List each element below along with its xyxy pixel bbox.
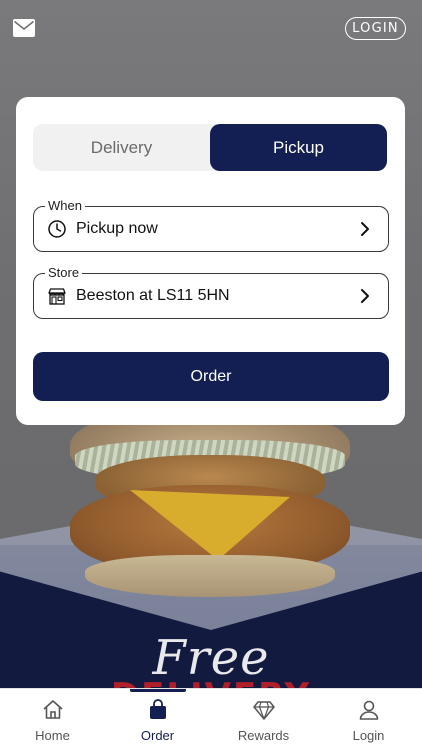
clock-icon bbox=[47, 219, 67, 239]
store-field-label: Store bbox=[45, 265, 83, 281]
tab-order[interactable]: Order bbox=[105, 689, 210, 750]
tab-rewards[interactable]: Rewards bbox=[211, 689, 316, 750]
diamond-icon bbox=[252, 701, 275, 720]
envelope-icon bbox=[13, 19, 35, 37]
when-field-value: Pickup now bbox=[76, 220, 158, 237]
store-field[interactable]: Store Beeston at LS11 5HN bbox=[33, 265, 389, 319]
fulfilment-mode-toggle: Delivery Pickup bbox=[33, 124, 387, 171]
chevron-right-icon bbox=[361, 289, 369, 303]
tab-login-label: Login bbox=[352, 728, 385, 743]
order-options-card: Delivery Pickup When Pickup now Store Be… bbox=[16, 97, 405, 425]
when-field[interactable]: When Pickup now bbox=[33, 198, 389, 252]
tab-order-label: Order bbox=[140, 728, 175, 743]
store-field-value: Beeston at LS11 5HN bbox=[76, 287, 230, 304]
bottom-tab-bar: Home Order Rewards Login bbox=[0, 688, 422, 750]
when-field-label: When bbox=[45, 198, 85, 214]
home-icon bbox=[42, 700, 63, 719]
mail-button[interactable] bbox=[13, 19, 35, 37]
login-button[interactable]: LOGIN bbox=[345, 17, 406, 40]
promo-text-delivery: DELIVERY bbox=[0, 676, 422, 688]
chevron-right-icon bbox=[361, 222, 369, 236]
order-button[interactable]: Order bbox=[33, 352, 389, 401]
tab-home[interactable]: Home bbox=[0, 689, 105, 750]
delivery-option[interactable]: Delivery bbox=[33, 124, 210, 171]
burger-bun-bottom bbox=[85, 555, 335, 597]
person-icon bbox=[359, 700, 378, 720]
pickup-option[interactable]: Pickup bbox=[210, 124, 387, 171]
tab-rewards-label: Rewards bbox=[237, 728, 290, 743]
tab-home-label: Home bbox=[35, 728, 70, 743]
tab-login[interactable]: Login bbox=[316, 689, 421, 750]
bag-icon bbox=[149, 699, 166, 719]
storefront-icon bbox=[47, 286, 67, 306]
